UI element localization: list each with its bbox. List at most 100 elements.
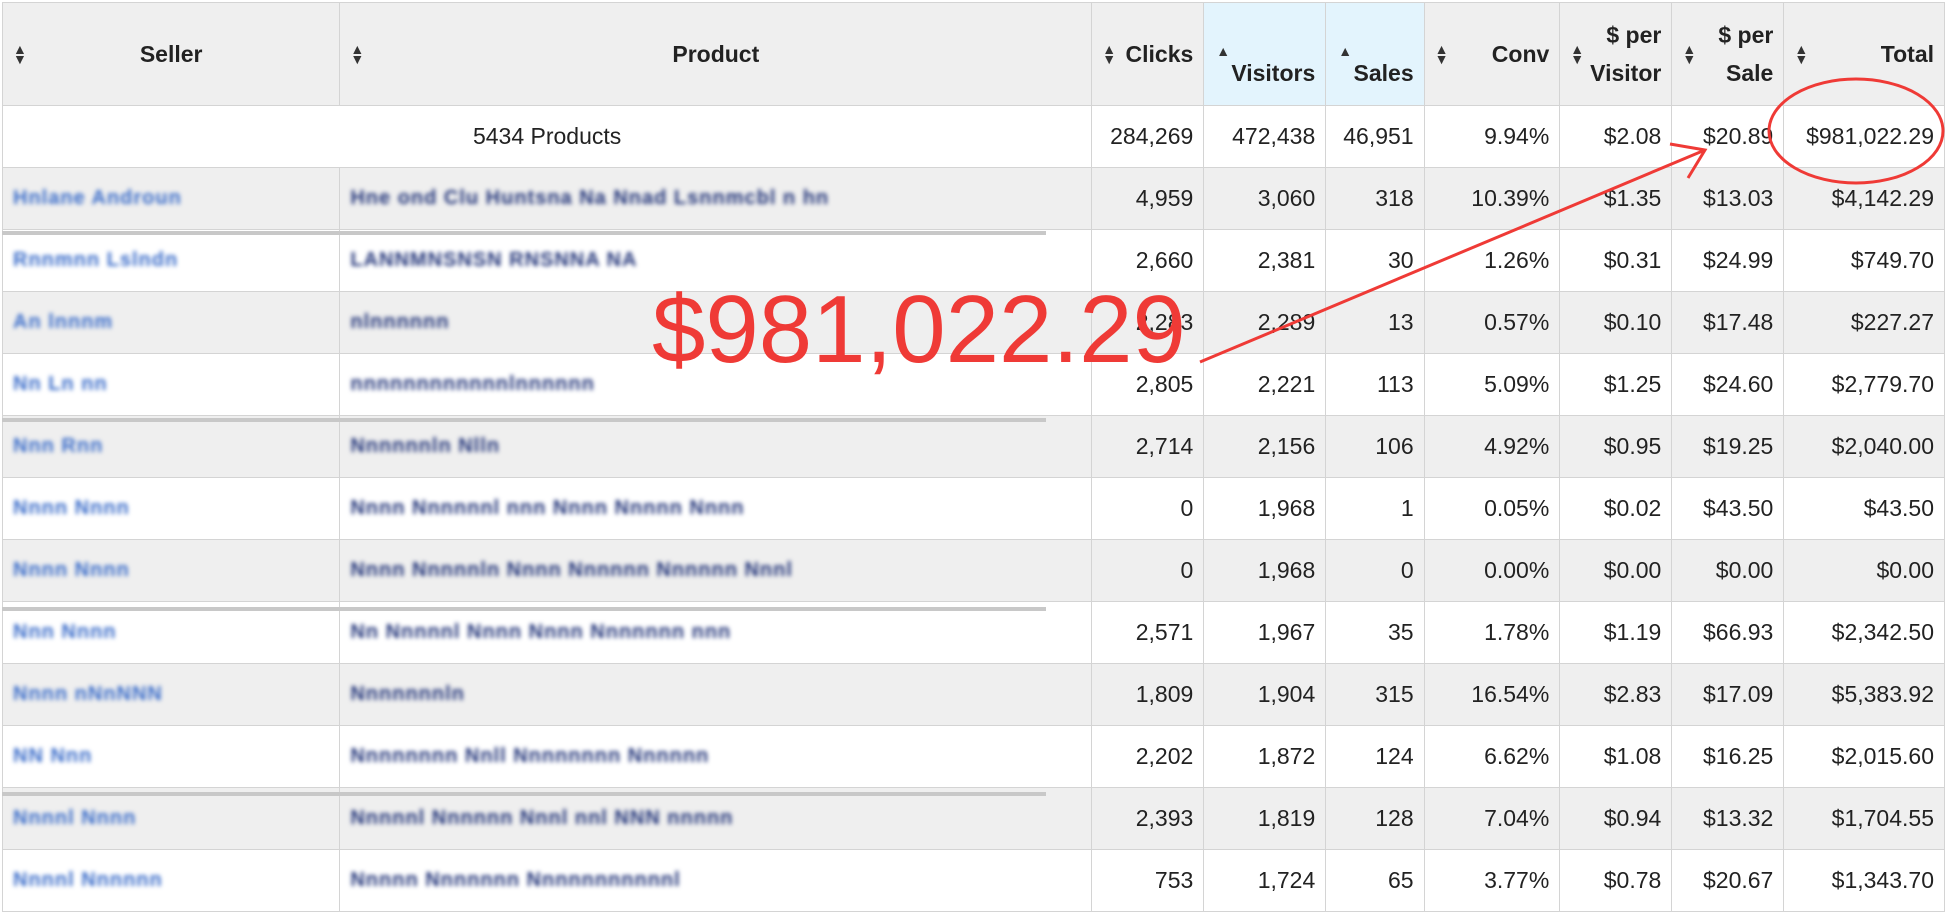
seller-cell: NN Nnn [1, 725, 341, 788]
visitors-cell: 2,381 [1203, 229, 1327, 292]
visitors-cell: 1,819 [1203, 787, 1327, 850]
sales-cell: 30 [1325, 229, 1425, 292]
product-cell: Nnnnnnnln [339, 663, 1093, 726]
conv-cell: 1.78% [1423, 601, 1561, 664]
table-row[interactable]: Hnlane Androun Hne ond Clu Huntsna Na Nna… [1, 167, 1945, 230]
per-visitor-cell: $1.08 [1559, 725, 1673, 788]
product-link[interactable]: Nnnnnl Nnnnnn Nnnl nnl NNN nnnnn [350, 807, 733, 829]
seller-link[interactable]: Rnnmnn Lslndn [13, 249, 178, 271]
conv-cell: 5.09% [1423, 353, 1561, 416]
product-cell: Nnnnn Nnnnnnn Nnnnnnnnnnnl [339, 849, 1093, 912]
sales-cell: 35 [1325, 601, 1425, 664]
table-row[interactable]: Nnnnl Nnnn Nnnnnl Nnnnnn Nnnl nnl NNN nnn… [1, 787, 1945, 850]
seller-cell: Rnnmnn Lslndn [1, 229, 341, 292]
seller-link[interactable]: Nnnn Nnnn [13, 497, 130, 519]
product-link[interactable]: Nnnnnnnln [350, 683, 465, 705]
visitors-cell: 2,156 [1203, 415, 1327, 478]
product-link[interactable]: Nnnn Nnnnnnl nnn Nnnn Nnnnn Nnnn [350, 497, 744, 519]
per-visitor-cell: $1.19 [1559, 601, 1673, 664]
seller-link[interactable]: Nnnn Nnnn [13, 559, 130, 581]
column-header-clicks[interactable]: ▲ ▼ Clicks [1091, 2, 1205, 106]
per-visitor-cell: $0.78 [1559, 849, 1673, 912]
column-header-seller[interactable]: ▲ ▼ Seller [1, 2, 341, 106]
seller-link[interactable]: Nnnn nNnNNN [13, 683, 163, 705]
sort-asc-icon[interactable]: ▲ [1338, 44, 1352, 58]
seller-cell: Nnnn nNnNNN [1, 663, 341, 726]
column-header-label: Conv [1491, 40, 1550, 67]
visitors-cell: 1,724 [1203, 849, 1327, 912]
sales-cell: 106 [1325, 415, 1425, 478]
total-cell: $4,142.29 [1783, 167, 1945, 230]
clicks-cell: 0 [1091, 477, 1205, 540]
column-header-visitors[interactable]: ▲ Visitors [1203, 2, 1327, 106]
total-cell: $227.27 [1783, 291, 1945, 354]
per-sale-cell: $43.50 [1671, 477, 1785, 540]
conv-cell: 10.39% [1423, 167, 1561, 230]
seller-cell: An lnnnm [1, 291, 341, 354]
column-header-sales[interactable]: ▲ Sales [1325, 2, 1425, 106]
per-sale-cell: $13.32 [1671, 787, 1785, 850]
table-row[interactable]: Nnn Rnn Nnnnnnln Nlln 2,714 2,156 106 4.92% $0… [1, 415, 1945, 478]
sort-both-icon[interactable]: ▲ ▼ [1794, 42, 1808, 66]
seller-link[interactable]: Nnnnl Nnnnnn [13, 869, 163, 891]
product-link[interactable]: Nnnnn Nnnnnnn Nnnnnnnnnnnl [350, 869, 680, 891]
table-row[interactable]: NN Nnn Nnnnnnnn Nnll Nnnnnnnn Nnnnnn 2,202… [1, 725, 1945, 788]
total-cell: $2,779.70 [1783, 353, 1945, 416]
total-cell: $2,040.00 [1783, 415, 1945, 478]
per-visitor-cell: $0.00 [1559, 539, 1673, 602]
column-header-total[interactable]: ▲ ▼ Total [1783, 2, 1945, 106]
visitors-cell: 2,289 [1203, 291, 1327, 354]
header-row: ▲ ▼ Seller ▲ ▼ Product ▲ ▼ Clicks ▲ Visitor… [1, 2, 1945, 106]
column-header-product[interactable]: ▲ ▼ Product [339, 2, 1093, 106]
product-cell: Nnnnnnln Nlln [339, 415, 1093, 478]
product-link[interactable]: LANNMNSNSN RNSNNA NA [350, 249, 637, 271]
totals-clicks: 284,269 [1091, 105, 1205, 168]
seller-cell: Nn Ln nn [1, 353, 341, 416]
sales-cell: 1 [1325, 477, 1425, 540]
product-link[interactable]: nlnnnnnn [350, 311, 449, 333]
table-row[interactable]: Nnnnl Nnnnnn Nnnnn Nnnnnnn Nnnnnnnnnnnl 75… [1, 849, 1945, 912]
conv-cell: 16.54% [1423, 663, 1561, 726]
conv-cell: 0.05% [1423, 477, 1561, 540]
product-link[interactable]: Nnnnnnnn Nnll Nnnnnnnn Nnnnnn [350, 745, 709, 767]
product-link[interactable]: Nn Nnnnnl Nnnn Nnnn Nnnnnnn nnn [350, 621, 731, 643]
column-header-conv[interactable]: ▲ ▼ Conv [1423, 2, 1561, 106]
totals-row: 5434 Products 284,269 472,438 46,951 9.9… [1, 105, 1945, 168]
total-cell: $1,704.55 [1783, 787, 1945, 850]
seller-link[interactable]: Hnlane Androun [13, 187, 182, 209]
sort-both-icon[interactable]: ▲ ▼ [350, 42, 364, 66]
conv-cell: 4.92% [1423, 415, 1561, 478]
per-sale-cell: $24.99 [1671, 229, 1785, 292]
sales-cell: 13 [1325, 291, 1425, 354]
totals-visitors: 472,438 [1203, 105, 1327, 168]
product-link[interactable]: nnnnnnnnnnnnlnnnnnn [350, 373, 594, 395]
product-link[interactable]: Nnnnnnln Nlln [350, 435, 500, 457]
total-cell: $43.50 [1783, 477, 1945, 540]
sort-both-icon[interactable]: ▲ ▼ [13, 42, 27, 66]
seller-link[interactable]: Nnnnl Nnnn [13, 807, 136, 829]
seller-link[interactable]: Nn Ln nn [13, 373, 108, 395]
seller-link[interactable]: Nnn Rnn [13, 435, 103, 457]
total-cell: $0.00 [1783, 539, 1945, 602]
sort-both-icon[interactable]: ▲ ▼ [1102, 42, 1116, 66]
sort-asc-icon[interactable]: ▲ [1216, 44, 1230, 58]
product-link[interactable]: Nnnn Nnnnnln Nnnn Nnnnnn Nnnnnn Nnnl [350, 559, 793, 581]
column-header-per-sale[interactable]: ▲ ▼ $ per Sale [1671, 2, 1785, 106]
seller-cell: Nnnn Nnnn [1, 477, 341, 540]
annotation-total-callout: $981,022.29 [652, 276, 1186, 383]
sales-cell: 113 [1325, 353, 1425, 416]
seller-link[interactable]: Nnn Nnnn [13, 621, 117, 643]
seller-link[interactable]: An lnnnm [13, 311, 113, 333]
table-row[interactable]: Nnnn Nnnn Nnnn Nnnnnnl nnn Nnnn Nnnnn Nnn… [1, 477, 1945, 540]
seller-link[interactable]: NN Nnn [13, 745, 92, 767]
conv-cell: 0.00% [1423, 539, 1561, 602]
product-link[interactable]: Hne ond Clu Huntsna Na Nnad Lsnnmcbl n h… [350, 187, 829, 209]
per-visitor-cell: $0.94 [1559, 787, 1673, 850]
sort-both-icon[interactable]: ▲ ▼ [1682, 42, 1696, 66]
table-row[interactable]: Nnnn Nnnn Nnnn Nnnnnln Nnnn Nnnnnn Nnnnnn… [1, 539, 1945, 602]
seller-cell: Nnnn Nnnn [1, 539, 341, 602]
column-header-per-visitor[interactable]: ▲ ▼ $ per Visitor [1559, 2, 1673, 106]
table-row[interactable]: Nnnn nNnNNN Nnnnnnnln 1,809 1,904 315 16.54% $… [1, 663, 1945, 726]
sort-both-icon[interactable]: ▲ ▼ [1570, 42, 1584, 66]
sort-both-icon[interactable]: ▲ ▼ [1435, 42, 1449, 66]
